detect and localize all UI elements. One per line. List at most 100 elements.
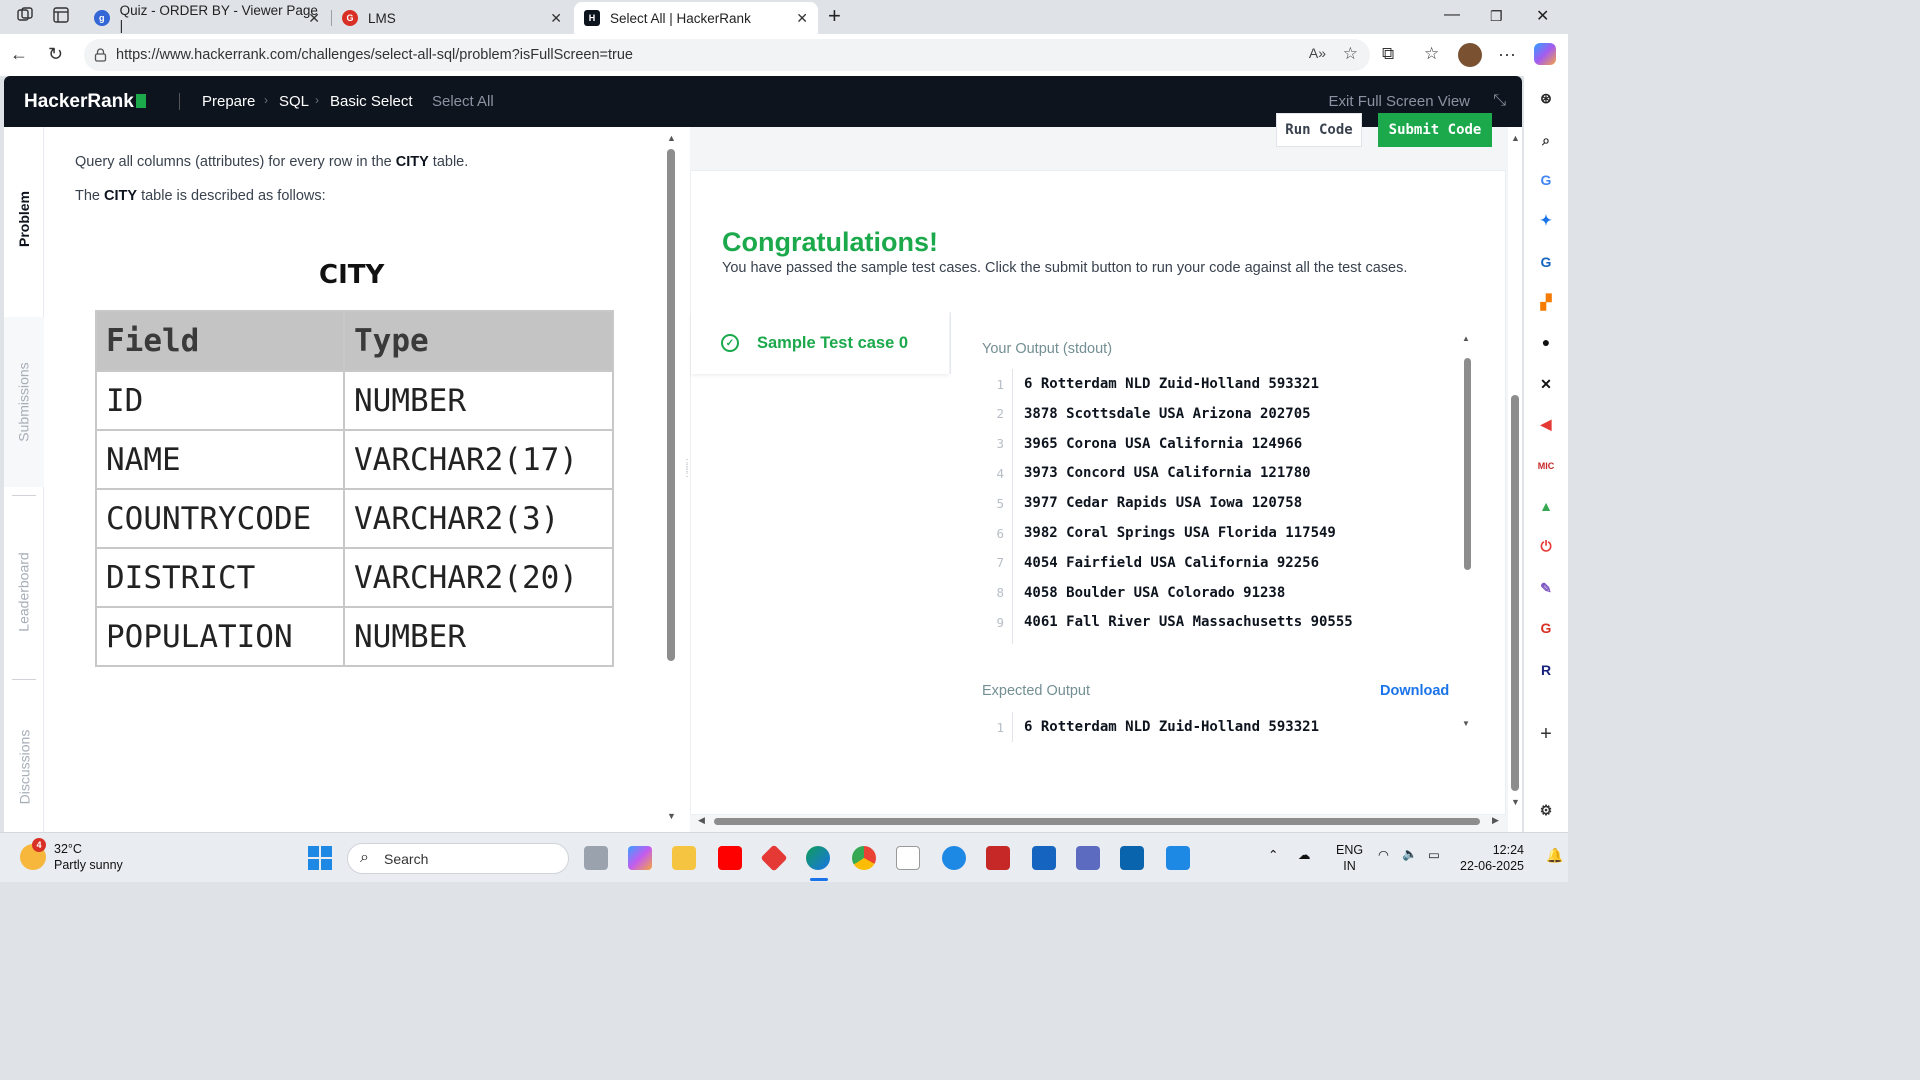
restore-icon[interactable]: ❐ bbox=[1490, 8, 1503, 25]
scroll-left-icon[interactable]: ◀ bbox=[698, 815, 705, 826]
minimize-icon[interactable]: — bbox=[1444, 6, 1460, 24]
tab-problem[interactable]: Problem bbox=[4, 169, 44, 269]
profile-avatar[interactable] bbox=[1458, 43, 1482, 67]
battery-icon[interactable]: ▭ bbox=[1428, 847, 1440, 862]
grammarly-icon[interactable]: G bbox=[1536, 252, 1556, 272]
google-icon[interactable]: G bbox=[1536, 170, 1556, 190]
scroll-up-icon[interactable]: ▲ bbox=[1462, 334, 1470, 343]
scroll-thumb[interactable] bbox=[714, 818, 1480, 825]
system-clock[interactable]: 12:24 22-06-2025 bbox=[1458, 842, 1524, 874]
task-view-icon[interactable] bbox=[584, 846, 608, 870]
breadcrumb-basic-select[interactable]: Basic Select bbox=[330, 93, 413, 110]
taskbar-search[interactable]: ⌕ Search bbox=[347, 843, 569, 874]
text: table is described as follows: bbox=[137, 188, 326, 204]
app-play-icon[interactable] bbox=[1076, 846, 1100, 870]
wifi-icon[interactable]: ◠ bbox=[1378, 847, 1389, 862]
tab-quiz[interactable]: g Quiz - ORDER BY - Viewer Page | ✕ bbox=[84, 2, 330, 34]
tray-expand-icon[interactable]: ⌃ bbox=[1268, 847, 1278, 862]
scroll-right-icon[interactable]: ▶ bbox=[1492, 815, 1499, 826]
start-button[interactable] bbox=[308, 846, 332, 870]
onedrive-icon[interactable]: ☁ bbox=[1298, 847, 1311, 862]
tab-hackerrank[interactable]: H Select All | HackerRank ✕ bbox=[574, 2, 818, 34]
extensions-icon[interactable]: ⧉ bbox=[1382, 44, 1394, 64]
run-code-button[interactable]: Run Code bbox=[1276, 113, 1362, 147]
app-blue-icon[interactable] bbox=[942, 846, 966, 870]
pen-extension-icon[interactable]: ✎ bbox=[1536, 578, 1556, 598]
back-icon[interactable]: ← bbox=[10, 44, 28, 65]
chatgpt-icon[interactable]: ⊛ bbox=[1536, 88, 1556, 108]
app-map-icon[interactable] bbox=[1032, 846, 1056, 870]
edge-browser-icon[interactable] bbox=[806, 846, 830, 870]
mcafee-icon[interactable] bbox=[986, 846, 1010, 870]
gemini-icon[interactable]: ✦ bbox=[1536, 210, 1556, 230]
tab-lms[interactable]: G LMS ✕ bbox=[332, 2, 572, 34]
page-scrollbar[interactable]: ▲ ▼ bbox=[1509, 127, 1521, 832]
scroll-down-icon[interactable]: ▼ bbox=[667, 811, 676, 821]
language-indicator[interactable]: ENG IN bbox=[1336, 842, 1363, 874]
breadcrumb-chevron-icon: › bbox=[264, 93, 268, 107]
volume-icon[interactable]: 🔈 bbox=[1402, 847, 1418, 862]
more-options-icon[interactable]: ··· bbox=[1498, 44, 1516, 65]
testcase-item[interactable]: ✓ Sample Test case 0 bbox=[691, 312, 949, 374]
breadcrumb-sql[interactable]: SQL bbox=[279, 93, 309, 110]
close-icon[interactable]: ✕ bbox=[308, 10, 320, 27]
tab-actions-icon[interactable] bbox=[52, 6, 70, 24]
new-tab-icon[interactable]: + bbox=[828, 3, 841, 29]
lms-favicon-icon: G bbox=[342, 10, 358, 26]
problem-scrollbar[interactable]: ▲ ▼ bbox=[666, 127, 676, 832]
download-link[interactable]: Download bbox=[1380, 683, 1449, 699]
close-icon[interactable]: ✕ bbox=[796, 10, 808, 27]
collapse-icon[interactable]: ⤡ bbox=[1493, 92, 1506, 110]
tab-discussions[interactable]: Discussions bbox=[4, 692, 44, 842]
horizontal-scrollbar[interactable]: ◀ ▶ bbox=[694, 815, 1506, 827]
scroll-down-icon[interactable]: ▼ bbox=[1511, 797, 1520, 807]
scroll-up-icon[interactable]: ▲ bbox=[1511, 133, 1520, 143]
favorites-icon[interactable]: ☆ bbox=[1424, 44, 1439, 64]
weather-widget[interactable]: 4 32°C Partly sunny bbox=[20, 838, 123, 873]
scroll-thumb[interactable] bbox=[1464, 358, 1471, 570]
power-extension-icon[interactable]: ⏻ bbox=[1536, 536, 1556, 556]
hackerrank-logo[interactable]: HackerRank bbox=[24, 91, 146, 113]
lock-icon[interactable] bbox=[94, 48, 107, 62]
search-icon[interactable]: ⌕ bbox=[1536, 130, 1556, 150]
scroll-thumb[interactable] bbox=[667, 149, 675, 661]
app-diamond-icon[interactable] bbox=[760, 844, 788, 872]
submit-code-button[interactable]: Submit Code bbox=[1378, 113, 1492, 147]
read-aloud-icon[interactable]: A» bbox=[1309, 45, 1326, 61]
notifications-icon[interactable]: 🔔 bbox=[1546, 847, 1563, 864]
workspaces-icon[interactable] bbox=[16, 6, 34, 24]
store-icon[interactable] bbox=[896, 846, 920, 870]
favorite-star-icon[interactable]: ☆ bbox=[1343, 44, 1358, 64]
github-icon[interactable]: ● bbox=[1536, 332, 1556, 352]
settings-gear-icon[interactable]: ⚙ bbox=[1536, 800, 1556, 820]
exit-full-screen-link[interactable]: Exit Full Screen View bbox=[1329, 93, 1470, 110]
copilot-app-icon[interactable] bbox=[628, 846, 652, 870]
tab-leaderboard[interactable]: Leaderboard bbox=[4, 507, 44, 677]
copilot-icon[interactable] bbox=[1534, 43, 1556, 65]
url-bar[interactable]: https://www.hackerrank.com/challenges/se… bbox=[84, 39, 1370, 71]
window-close-icon[interactable]: ✕ bbox=[1536, 6, 1549, 26]
output-scrollbar[interactable]: ▲ ▼ bbox=[1462, 334, 1472, 744]
close-icon[interactable]: ✕ bbox=[550, 10, 562, 27]
reload-icon[interactable]: ↻ bbox=[48, 44, 63, 65]
file-explorer-icon[interactable] bbox=[672, 846, 696, 870]
scroll-down-icon[interactable]: ▼ bbox=[1462, 719, 1470, 728]
scroll-thumb[interactable] bbox=[1511, 395, 1519, 791]
office-icon[interactable]: ▞ bbox=[1536, 292, 1556, 312]
drive-icon[interactable]: ▲ bbox=[1536, 496, 1556, 516]
lms-extension-icon[interactable]: G bbox=[1536, 618, 1556, 638]
x-twitter-icon[interactable]: ✕ bbox=[1536, 374, 1556, 394]
chrome-icon[interactable] bbox=[852, 846, 876, 870]
breadcrumb-prepare[interactable]: Prepare bbox=[202, 93, 255, 110]
pane-resize-handle[interactable]: ⋮ ⋮ ⋮ bbox=[682, 459, 692, 495]
tab-submissions[interactable]: Submissions bbox=[4, 317, 44, 487]
arrow-extension-icon[interactable]: ◀ bbox=[1536, 414, 1556, 434]
scroll-up-icon[interactable]: ▲ bbox=[667, 133, 676, 143]
outlook-icon[interactable] bbox=[1120, 846, 1144, 870]
add-sidebar-icon[interactable]: + bbox=[1536, 723, 1556, 745]
r-extension-icon[interactable]: R bbox=[1536, 660, 1556, 680]
outlook-new-icon[interactable] bbox=[1166, 846, 1190, 870]
line-text: 6 Rotterdam NLD Zuid-Holland 593321 bbox=[1024, 719, 1320, 735]
youtube-icon[interactable] bbox=[718, 846, 742, 870]
mic-extension-icon[interactable]: MIC bbox=[1536, 456, 1556, 476]
